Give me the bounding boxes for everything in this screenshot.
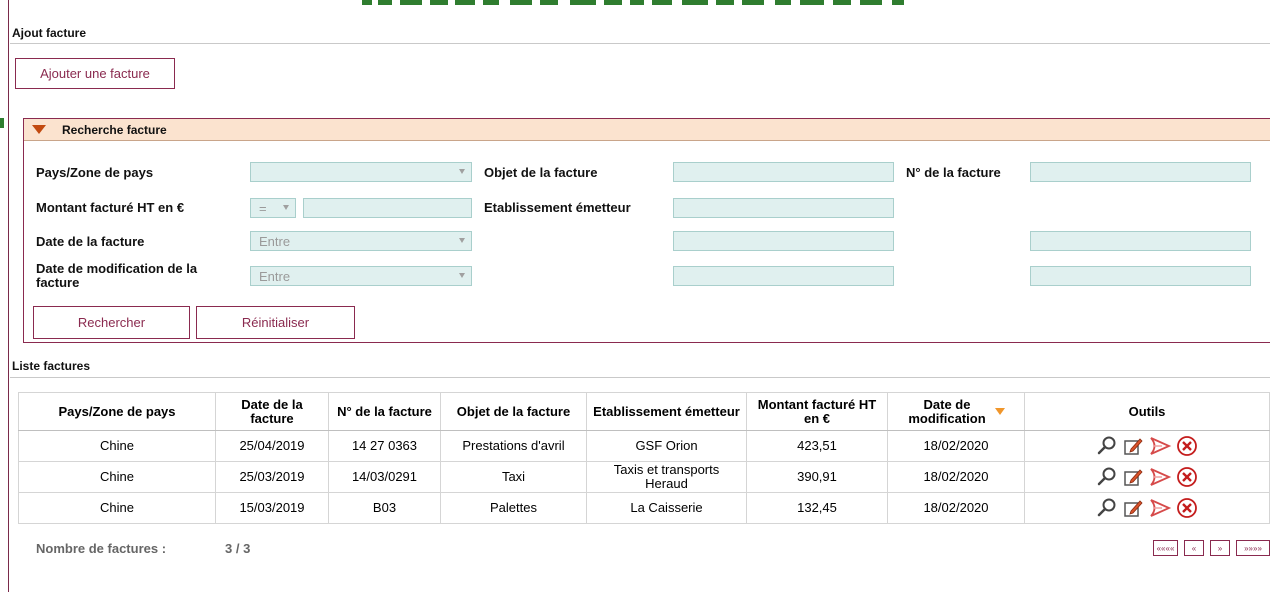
cell-etablissement: Taxis et transports Heraud — [586, 461, 747, 493]
cell-date: 25/03/2019 — [215, 461, 329, 493]
cell-tools — [1024, 492, 1270, 524]
label-date-modification: Date de modification de la facture — [36, 261, 198, 290]
col-header-pays[interactable]: Pays/Zone de pays — [18, 392, 216, 431]
label-date-facture: Date de la facture — [36, 234, 145, 249]
cell-date: 25/04/2019 — [215, 430, 329, 462]
table-row: Chine 25/04/2019 14 27 0363 Prestations d'a… — [18, 430, 1270, 462]
pager-prev-button[interactable]: « — [1184, 540, 1204, 556]
cell-modif: 18/02/2020 — [887, 430, 1025, 462]
col-header-objet[interactable]: Objet de la facture — [440, 392, 587, 431]
search-button[interactable]: Rechercher — [33, 306, 190, 339]
pdf-icon[interactable] — [1148, 435, 1172, 457]
search-panel-header[interactable]: Recherche facture — [24, 119, 1270, 141]
label-pays: Pays/Zone de pays — [36, 165, 154, 180]
pays-select[interactable] — [250, 162, 472, 182]
chevron-down-icon — [459, 238, 465, 243]
chevron-down-icon — [459, 273, 465, 278]
magnifier-icon[interactable] — [1096, 466, 1118, 488]
table-header-row: Pays/Zone de pays Date de la facture N° … — [18, 392, 1270, 431]
label-etablissement: Etablissement émetteur — [484, 200, 631, 215]
collapse-triangle-icon[interactable] — [32, 125, 46, 134]
date-facture-mode-value: Entre — [259, 233, 291, 249]
cell-objet: Prestations d'avril — [440, 430, 587, 462]
numero-input[interactable] — [1030, 162, 1251, 182]
reset-button[interactable]: Réinitialiser — [196, 306, 355, 339]
magnifier-icon[interactable] — [1096, 497, 1118, 519]
liste-factures-title: Liste factures — [12, 359, 91, 373]
label-montant: Montant facturé HT en € — [36, 200, 185, 215]
add-invoice-button[interactable]: Ajouter une facture — [15, 58, 175, 89]
pdf-icon[interactable] — [1148, 466, 1172, 488]
col-header-numero[interactable]: N° de la facture — [328, 392, 441, 431]
invoice-count-value: 3 / 3 — [225, 541, 251, 556]
top-banner — [0, 0, 1270, 22]
cell-objet: Taxi — [440, 461, 587, 493]
pdf-icon[interactable] — [1148, 497, 1172, 519]
col-header-date[interactable]: Date de la facture — [215, 392, 329, 431]
edit-icon[interactable] — [1122, 497, 1144, 519]
etablissement-input[interactable] — [673, 198, 894, 218]
cell-pays: Chine — [18, 430, 216, 462]
date-facture-to-input[interactable] — [1030, 231, 1251, 251]
liste-factures-divider — [10, 377, 1270, 378]
cell-modif: 18/02/2020 — [887, 492, 1025, 524]
cell-objet: Palettes — [440, 492, 587, 524]
sort-desc-icon[interactable] — [995, 408, 1005, 415]
invoice-table: Pays/Zone de pays Date de la facture N° … — [18, 392, 1270, 524]
date-facture-mode-select[interactable]: Entre — [250, 231, 472, 251]
table-row: Chine 25/03/2019 14/03/0291 Taxi Taxis et tr… — [18, 461, 1270, 493]
cell-pays: Chine — [18, 492, 216, 524]
date-modif-mode-value: Entre — [259, 268, 291, 284]
chevron-down-icon — [283, 205, 289, 210]
cell-numero: 14 27 0363 — [328, 430, 441, 462]
invoice-count-label: Nombre de factures : — [36, 541, 167, 556]
label-objet: Objet de la facture — [484, 165, 598, 180]
top-banner-cropped-text — [362, 0, 904, 5]
objet-input[interactable] — [673, 162, 894, 182]
col-header-etablissement[interactable]: Etablissement émetteur — [586, 392, 747, 431]
cell-pays: Chine — [18, 461, 216, 493]
pager-last-button[interactable]: »»»» — [1236, 540, 1270, 556]
cell-montant: 423,51 — [746, 430, 888, 462]
date-facture-from-input[interactable] — [673, 231, 894, 251]
chevron-down-icon — [459, 169, 465, 174]
cell-numero: 14/03/0291 — [328, 461, 441, 493]
col-header-modif[interactable]: Date de modification — [887, 392, 1025, 431]
edit-icon[interactable] — [1122, 435, 1144, 457]
delete-icon[interactable] — [1176, 466, 1198, 488]
cell-modif: 18/02/2020 — [887, 461, 1025, 493]
cell-montant: 132,45 — [746, 492, 888, 524]
page-left-marker — [0, 118, 4, 128]
cell-tools — [1024, 461, 1270, 493]
table-row: Chine 15/03/2019 B03 Palettes La Caisserie 13… — [18, 492, 1270, 524]
montant-operator-value: = — [259, 200, 267, 216]
label-numero: N° de la facture — [906, 165, 1001, 180]
cell-etablissement: GSF Orion — [586, 430, 747, 462]
date-modif-mode-select[interactable]: Entre — [250, 266, 472, 286]
montant-operator-select[interactable]: = — [250, 198, 296, 218]
edit-icon[interactable] — [1122, 466, 1144, 488]
cell-date: 15/03/2019 — [215, 492, 329, 524]
col-header-outils: Outils — [1024, 392, 1270, 431]
delete-icon[interactable] — [1176, 497, 1198, 519]
delete-icon[interactable] — [1176, 435, 1198, 457]
date-modif-to-input[interactable] — [1030, 266, 1251, 286]
ajout-facture-title: Ajout facture — [12, 26, 87, 40]
cell-montant: 390,91 — [746, 461, 888, 493]
cell-etablissement: La Caisserie — [586, 492, 747, 524]
page-left-border — [8, 0, 9, 592]
date-modif-from-input[interactable] — [673, 266, 894, 286]
col-header-montant[interactable]: Montant facturé HT en € — [746, 392, 888, 431]
pager-first-button[interactable]: «««« — [1153, 540, 1178, 556]
col-header-modif-label: Date de modification — [908, 396, 986, 426]
search-panel-title: Recherche facture — [62, 122, 167, 137]
ajout-facture-divider — [10, 43, 1270, 44]
cell-tools — [1024, 430, 1270, 462]
magnifier-icon[interactable] — [1096, 435, 1118, 457]
pager-next-button[interactable]: » — [1210, 540, 1230, 556]
cell-numero: B03 — [328, 492, 441, 524]
montant-input[interactable] — [303, 198, 472, 218]
